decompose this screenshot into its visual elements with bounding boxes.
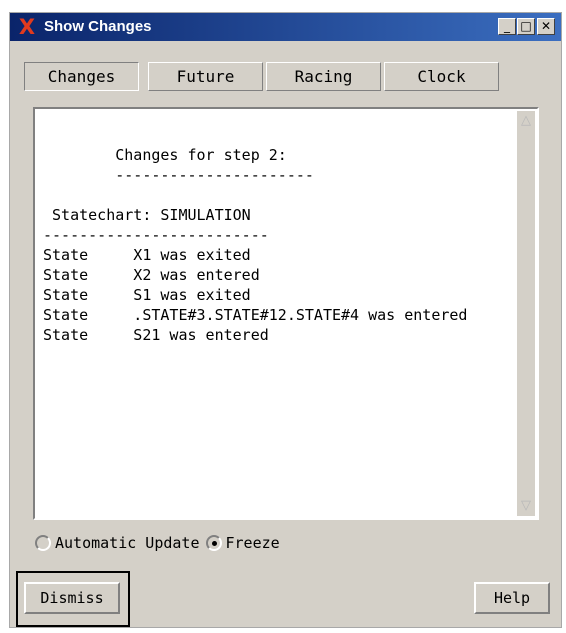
- tab-clock[interactable]: Clock: [384, 62, 499, 91]
- dismiss-button[interactable]: Dismiss: [24, 582, 120, 614]
- changes-text-area[interactable]: Changes for step 2: --------------------…: [33, 107, 539, 520]
- automatic-update-label[interactable]: Automatic Update: [55, 534, 200, 552]
- scroll-down-arrow-icon[interactable]: ▽: [518, 498, 534, 514]
- automatic-update-radio[interactable]: [35, 535, 51, 551]
- freeze-radio[interactable]: [205, 535, 222, 551]
- tab-changes[interactable]: Changes: [24, 62, 139, 91]
- output-line: Changes for step 2:: [43, 146, 287, 164]
- help-button[interactable]: Help: [474, 582, 550, 614]
- minimize-button[interactable]: _: [498, 18, 516, 35]
- output-line: State X1 was exited: [43, 246, 251, 264]
- show-changes-window: X Show Changes _ □ ✕ Changes Future Raci…: [9, 12, 562, 628]
- vertical-scrollbar[interactable]: △ ▽: [517, 111, 535, 516]
- maximize-button[interactable]: □: [517, 18, 535, 35]
- tab-future[interactable]: Future: [148, 62, 263, 91]
- output-line: State X2 was entered: [43, 266, 260, 284]
- output-line: State S1 was exited: [43, 286, 251, 304]
- close-button[interactable]: ✕: [537, 18, 555, 35]
- tab-racing[interactable]: Racing: [266, 62, 381, 91]
- title-bar[interactable]: X Show Changes _ □ ✕: [10, 13, 561, 41]
- output-line: State S21 was entered: [43, 326, 269, 344]
- freeze-label[interactable]: Freeze: [226, 534, 280, 552]
- output-line: ----------------------: [43, 166, 314, 184]
- window-title: Show Changes: [44, 18, 152, 35]
- update-mode-group: Automatic Update Freeze: [35, 532, 286, 554]
- changes-output: Changes for step 2: --------------------…: [43, 145, 509, 345]
- output-line: State .STATE#3.STATE#12.STATE#4 was ente…: [43, 306, 468, 324]
- output-line: -------------------------: [43, 226, 269, 244]
- x-app-icon: X: [18, 15, 36, 39]
- scroll-up-arrow-icon[interactable]: △: [518, 113, 534, 129]
- output-line: Statechart: SIMULATION: [43, 206, 251, 224]
